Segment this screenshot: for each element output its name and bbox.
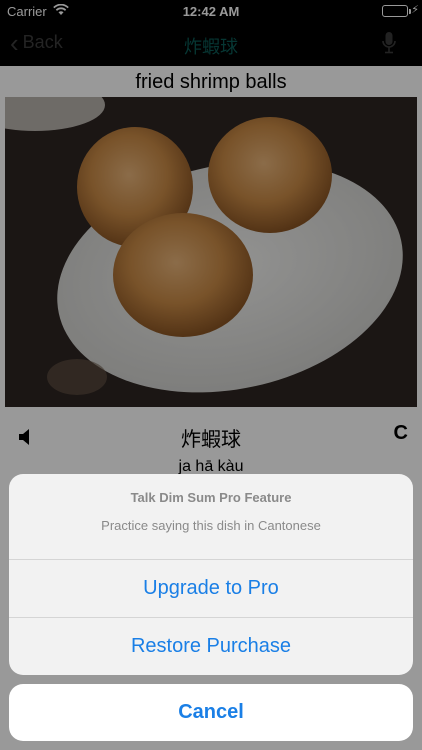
action-sheet-title: Talk Dim Sum Pro Feature <box>130 490 292 505</box>
action-sheet: Talk Dim Sum Pro Feature Practice saying… <box>9 474 413 675</box>
restore-purchase-button[interactable]: Restore Purchase <box>9 617 413 674</box>
upgrade-to-pro-button[interactable]: Upgrade to Pro <box>9 559 413 616</box>
cancel-button[interactable]: Cancel <box>9 684 413 741</box>
action-sheet-message: Practice saying this dish in Cantonese <box>101 518 321 533</box>
